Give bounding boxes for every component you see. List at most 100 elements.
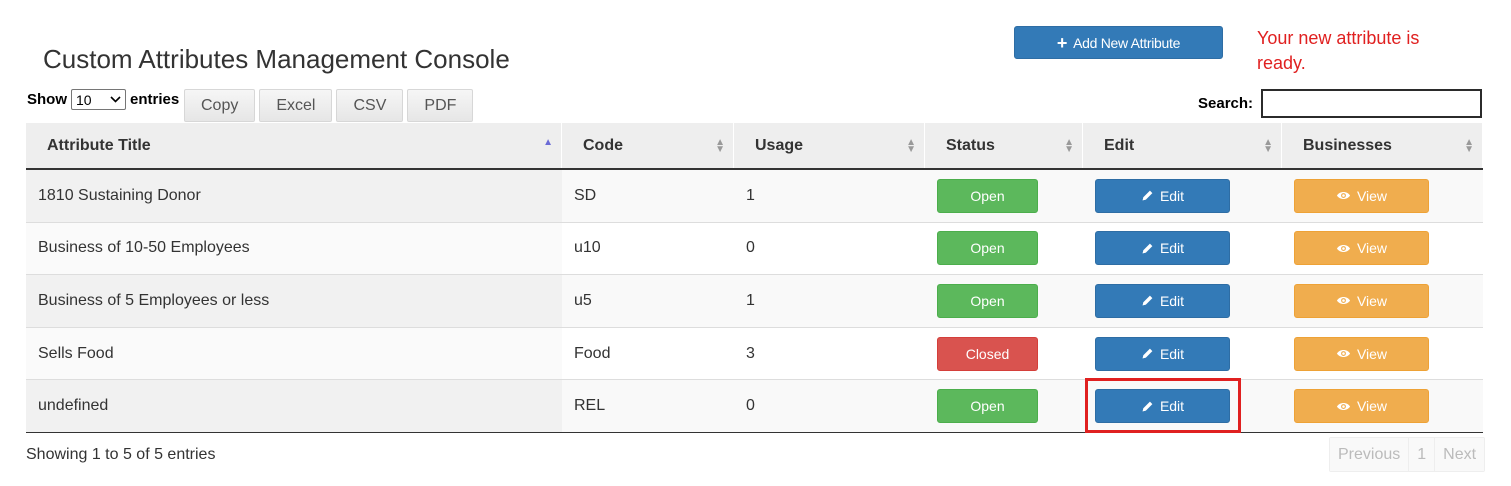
pencil-icon	[1141, 347, 1154, 360]
column-header-label: Code	[583, 136, 623, 154]
edit-button[interactable]: Edit	[1095, 231, 1230, 266]
export-buttons: Copy Excel CSV PDF	[184, 89, 477, 122]
cell-businesses: View	[1282, 380, 1483, 432]
view-label: View	[1356, 398, 1388, 415]
cell-status: Closed	[925, 328, 1083, 380]
eye-icon	[1336, 190, 1351, 201]
view-label: View	[1356, 292, 1388, 309]
cell-usage: 3	[746, 344, 755, 362]
cell-code: REL	[574, 397, 606, 415]
copy-button[interactable]: Copy	[184, 89, 256, 122]
cell-code: u10	[574, 239, 601, 257]
table-info: Showing 1 to 5 of 5 entries	[26, 446, 216, 463]
sort-ascending-icon: ▲	[543, 137, 553, 148]
edit-label: Edit	[1159, 240, 1185, 257]
table-row: Business of 5 Employees or less u5 1 Open Ed…	[26, 275, 1483, 328]
edit-button[interactable]: Edit	[1095, 389, 1230, 424]
cell-edit: Edit	[1083, 380, 1282, 432]
show-label: Show	[27, 91, 67, 108]
page-title: Custom Attributes Management Console	[43, 44, 510, 74]
column-header-usage[interactable]: Usage ▲ ▼	[734, 123, 925, 168]
cell-attribute-title: Sells Food	[26, 327, 562, 380]
eye-icon	[1336, 401, 1351, 412]
page-length-value: 10	[76, 91, 92, 108]
excel-button[interactable]: Excel	[259, 89, 333, 122]
cell-code: Food	[574, 344, 611, 362]
search-input[interactable]	[1261, 89, 1483, 118]
pencil-icon	[1141, 294, 1154, 307]
table-row: Sells Food Food 3 Closed Edit View	[26, 327, 1483, 381]
eye-icon	[1336, 243, 1351, 254]
cell-attribute-title: undefined	[26, 380, 562, 432]
cell-usage: 0	[746, 239, 755, 257]
cell-businesses: View	[1282, 223, 1483, 275]
view-label: View	[1356, 345, 1388, 362]
column-header-code[interactable]: Code ▲ ▼	[562, 123, 734, 168]
search-control: Search:	[1198, 89, 1483, 118]
add-new-attribute-button[interactable]: + Add New Attribute	[1014, 26, 1223, 59]
page-length-control: Show 10 entries	[27, 89, 179, 110]
pdf-button[interactable]: PDF	[407, 89, 474, 122]
view-label: View	[1356, 240, 1388, 257]
cell-businesses: View	[1282, 170, 1483, 222]
pencil-icon	[1141, 189, 1154, 202]
cell-businesses: View	[1282, 275, 1483, 327]
sort-icon: ▲ ▼	[1263, 137, 1273, 155]
pagination-page-1[interactable]: 1	[1409, 438, 1436, 471]
edit-label: Edit	[1159, 398, 1185, 415]
pagination-previous[interactable]: Previous	[1330, 438, 1410, 471]
attributes-table: Attribute Title ▲ Code ▲ ▼ Usage ▲ ▼ Statu…	[26, 123, 1483, 433]
view-businesses-button[interactable]: View	[1294, 283, 1429, 318]
cell-edit: Edit	[1083, 170, 1282, 222]
cell-code: u5	[574, 291, 592, 309]
table-row: undefined REL 0 Open Edit View	[26, 380, 1483, 433]
column-header-label: Edit	[1104, 136, 1135, 154]
cell-edit: Edit	[1083, 275, 1282, 327]
column-header-label: Status	[946, 136, 995, 154]
view-businesses-button[interactable]: View	[1294, 178, 1429, 213]
sort-icon: ▲ ▼	[715, 137, 725, 155]
status-toggle-button[interactable]: Open	[937, 283, 1038, 318]
cell-status: Open	[925, 380, 1083, 432]
column-header-label: Usage	[755, 136, 804, 154]
cell-status: Open	[925, 170, 1083, 222]
view-businesses-button[interactable]: View	[1294, 231, 1429, 266]
view-businesses-button[interactable]: View	[1294, 336, 1429, 371]
edit-label: Edit	[1159, 187, 1185, 204]
pagination-next[interactable]: Next	[1435, 438, 1485, 471]
edit-button[interactable]: Edit	[1095, 283, 1230, 318]
edit-button[interactable]: Edit	[1095, 178, 1230, 213]
cell-attribute-title: 1810 Sustaining Donor	[26, 170, 562, 222]
column-header-attribute-title[interactable]: Attribute Title ▲	[26, 123, 562, 168]
column-header-businesses[interactable]: Businesses ▲ ▼	[1282, 123, 1483, 168]
status-toggle-button[interactable]: Open	[937, 231, 1038, 266]
view-businesses-button[interactable]: View	[1294, 389, 1429, 424]
table-body: 1810 Sustaining Donor SD 1 Open Edit View Busi…	[26, 170, 1483, 433]
table-row: 1810 Sustaining Donor SD 1 Open Edit View	[26, 170, 1483, 223]
eye-icon	[1336, 295, 1351, 306]
column-header-label: Businesses	[1303, 136, 1392, 154]
page-length-select[interactable]: 10	[71, 89, 126, 110]
cell-edit: Edit	[1083, 328, 1282, 380]
status-toggle-button[interactable]: Open	[937, 178, 1038, 213]
csv-button[interactable]: CSV	[336, 89, 404, 122]
pencil-icon	[1141, 242, 1154, 255]
page: Custom Attributes Management Console + A…	[0, 0, 1511, 486]
search-label: Search:	[1198, 95, 1254, 112]
table-header-row: Attribute Title ▲ Code ▲ ▼ Usage ▲ ▼ Statu…	[26, 123, 1483, 170]
cell-code: SD	[574, 186, 597, 204]
edit-label: Edit	[1159, 292, 1185, 309]
entries-label: entries	[130, 91, 180, 108]
column-header-edit[interactable]: Edit ▲ ▼	[1083, 123, 1282, 168]
cell-edit: Edit	[1083, 223, 1282, 275]
flash-message: Your new attribute is ready.	[1257, 28, 1420, 73]
column-header-status[interactable]: Status ▲ ▼	[925, 123, 1083, 168]
status-toggle-button[interactable]: Open	[937, 389, 1038, 424]
cell-status: Open	[925, 275, 1083, 327]
edit-button[interactable]: Edit	[1095, 336, 1230, 371]
cell-status: Open	[925, 223, 1083, 275]
status-toggle-button[interactable]: Closed	[937, 336, 1038, 371]
eye-icon	[1336, 348, 1351, 359]
pencil-icon	[1141, 400, 1154, 413]
table-bottom-border	[26, 432, 1483, 433]
